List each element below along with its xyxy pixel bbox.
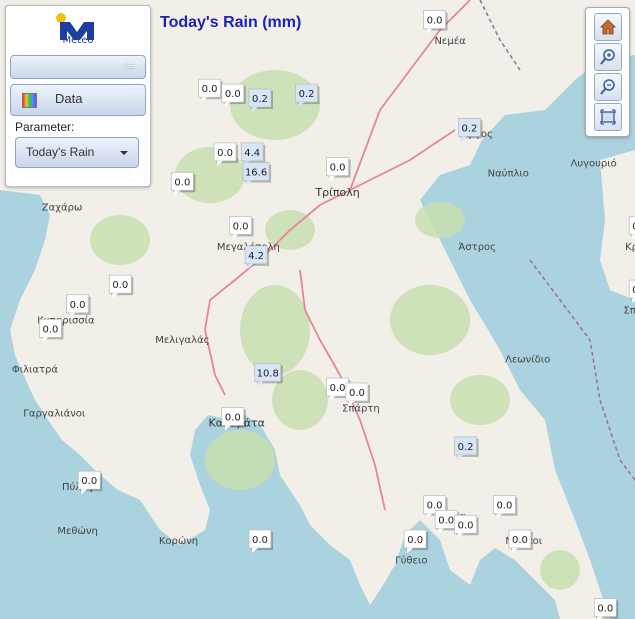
rain-station-marker[interactable]: 16.6 <box>242 162 272 186</box>
rain-value: 0.0 <box>330 383 346 394</box>
rain-value: 0.2 <box>252 94 268 105</box>
place-label: Άστρος <box>458 241 496 253</box>
rain-station-marker[interactable]: 0.0 <box>593 598 619 619</box>
full-extent-icon <box>600 109 616 125</box>
place-label: Τρίπολη <box>314 186 359 199</box>
zoom-in-button[interactable] <box>594 43 622 71</box>
rain-station-marker[interactable]: 4.2 <box>244 245 270 269</box>
chevron-down-icon <box>120 151 128 155</box>
rain-value: 0.0 <box>174 177 190 188</box>
place-label: Γύθειο <box>395 555 427 567</box>
collapse-panel-button[interactable]: ⇦ <box>10 55 146 79</box>
place-label: Κορώνη <box>159 535 198 547</box>
rain-station-marker[interactable]: 0.0 <box>198 78 223 103</box>
rain-station-marker[interactable]: 0.0 <box>171 171 196 196</box>
rain-station-marker[interactable]: 0.0 <box>326 157 351 181</box>
rain-station-marker[interactable]: 0.0 <box>454 514 479 539</box>
rain-value: 0.0 <box>496 501 512 512</box>
rain-station-marker[interactable]: 0.2 <box>295 83 320 108</box>
rain-station-marker[interactable]: 10.8 <box>254 363 283 387</box>
rain-value: 0.0 <box>330 163 346 174</box>
rain-station-marker[interactable]: 0.0 <box>39 318 64 343</box>
logo-text: Meteo <box>62 35 94 46</box>
rain-value: 0.0 <box>512 535 528 546</box>
home-button[interactable] <box>594 13 622 41</box>
rainbow-icon <box>22 93 37 108</box>
place-label: Λεωνίδιο <box>505 354 550 366</box>
rain-station-marker[interactable]: 0.0 <box>66 294 91 318</box>
rain-station-marker[interactable]: 0.0 <box>493 495 518 519</box>
rain-station-marker[interactable]: 0.0 <box>221 83 246 108</box>
place-label: Μελιγαλάς <box>155 334 209 346</box>
place-label: Κρανίδι <box>625 241 635 253</box>
rain-station-marker[interactable]: 0.0 <box>508 529 533 553</box>
rain-station-marker[interactable]: 0.0 <box>77 470 103 495</box>
rain-value: 0.0 <box>427 501 443 512</box>
map-toolbar <box>585 7 630 137</box>
place-label: Νεμέα <box>434 35 466 47</box>
full-extent-button[interactable] <box>594 103 622 131</box>
rain-value: 10.8 <box>257 368 279 379</box>
place-label: Φιλιατρά <box>12 363 59 375</box>
rain-station-marker[interactable]: 0.0 <box>229 216 254 240</box>
rain-value: 0.2 <box>462 123 478 134</box>
zoom-out-icon <box>600 79 615 95</box>
arrow-left-icon: ⇦ <box>123 59 135 75</box>
rain-station-marker[interactable]: 0.0 <box>403 529 429 553</box>
rain-value: 0.0 <box>407 535 423 546</box>
rain-value: 4.4 <box>244 148 260 159</box>
parameter-select-value: Today's Rain <box>26 145 95 159</box>
place-label: Σπάρτη <box>342 403 380 415</box>
data-button[interactable]: Data <box>10 84 146 116</box>
control-panel: Meteo ⇦ Data Parameter: Today's Rain <box>5 5 151 187</box>
rain-station-marker[interactable]: 0.0 <box>108 274 134 299</box>
meteo-logo <box>56 13 94 40</box>
place-label: Γαργαλιάνοι <box>23 408 86 420</box>
parameter-label: Parameter: <box>15 120 75 134</box>
map-title: Today's Rain (mm) <box>160 14 302 31</box>
rain-station-marker[interactable]: 0.2 <box>454 436 479 460</box>
zoom-out-button[interactable] <box>594 73 622 101</box>
rain-station-marker[interactable]: 0.0 <box>213 142 239 166</box>
rain-value: 0.0 <box>225 413 241 424</box>
rain-value: 0.0 <box>349 388 365 399</box>
place-label: Σπέτσες <box>623 305 635 317</box>
rain-value: 0.0 <box>225 89 241 100</box>
rain-value: 0.0 <box>217 148 233 159</box>
rain-value: 16.6 <box>245 168 267 179</box>
rain-value: 0.2 <box>458 442 474 453</box>
rain-value: 0.0 <box>112 280 128 291</box>
place-label: Λυγουριό <box>570 158 616 170</box>
rain-value: 0.0 <box>427 16 443 27</box>
rain-station-marker[interactable]: 0.0 <box>423 10 448 34</box>
rain-station-marker[interactable]: 0.2 <box>248 88 273 112</box>
rain-station-marker[interactable]: 0.0 <box>248 529 273 553</box>
rain-value: 0.0 <box>42 324 58 335</box>
rain-value: 0.0 <box>202 84 218 95</box>
rain-value: 4.2 <box>248 251 264 262</box>
rain-value: 0.0 <box>81 476 97 487</box>
rain-value: 0.2 <box>299 89 315 100</box>
place-label: Ναύπλιο <box>488 167 529 179</box>
rain-station-marker[interactable]: 0.0 <box>345 382 370 406</box>
zoom-in-icon <box>600 49 615 65</box>
place-label: Μεθώνη <box>57 525 97 537</box>
rain-value: 0.0 <box>597 604 613 615</box>
rain-value: 0.0 <box>458 520 474 531</box>
rain-value: 0.0 <box>70 300 86 311</box>
rain-value: 0.0 <box>252 535 268 546</box>
rain-value: 0.0 <box>438 515 454 526</box>
place-label: Ζαχάρω <box>42 202 83 214</box>
rain-station-marker[interactable]: 0.2 <box>458 118 483 142</box>
data-button-label: Data <box>55 91 83 106</box>
parameter-select[interactable]: Today's Rain <box>15 137 139 168</box>
rain-value: 0.0 <box>233 221 249 232</box>
rain-station-marker[interactable]: 0.0 <box>221 407 246 431</box>
home-icon <box>600 19 616 35</box>
